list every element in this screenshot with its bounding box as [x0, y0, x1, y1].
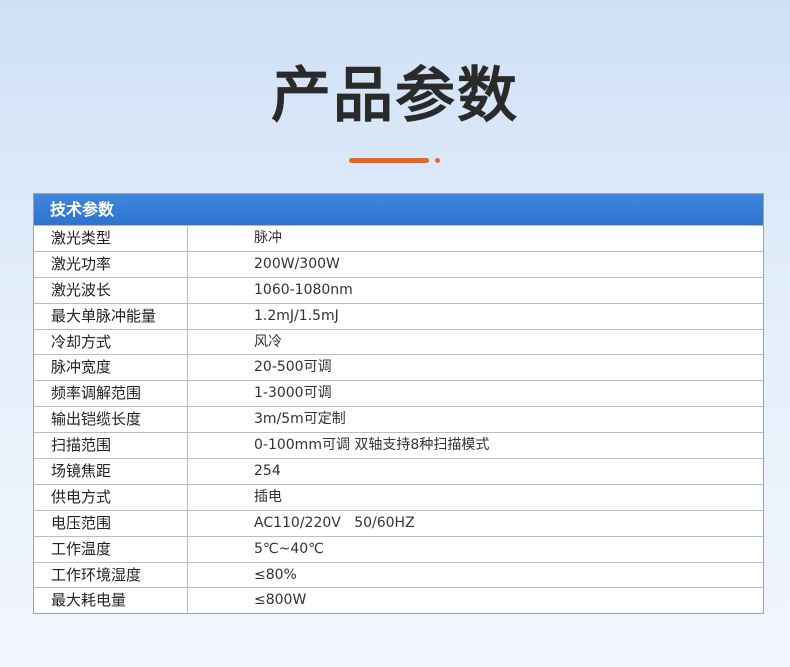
param-label: 电压范围: [34, 510, 188, 536]
table-row: 频率调解范围 1-3000可调: [34, 380, 763, 407]
param-label: 供电方式: [34, 484, 188, 510]
table-row: 激光类型 脉冲: [34, 225, 763, 251]
param-label: 场镜焦距: [34, 459, 188, 484]
param-value: 1060-1080nm: [254, 281, 353, 298]
param-label: 最大单脉冲能量: [34, 303, 188, 329]
param-label: 激光类型: [34, 226, 188, 251]
param-value: AC110/220V 50/60HZ: [254, 514, 415, 531]
param-value: ≤80%: [254, 566, 297, 583]
param-label: 最大耗电量: [34, 588, 188, 614]
title-underline-dot: [435, 158, 440, 163]
param-label: 激光功率: [34, 251, 188, 277]
param-label: 扫描范围: [34, 433, 188, 459]
table-row: 扫描范围 0-100mm可调 双轴支持8种扫描模式: [34, 432, 763, 459]
table-row: 输出铠缆长度 3m/5m可定制: [34, 406, 763, 433]
table-row: 工作环境湿度 ≤80%: [34, 561, 763, 588]
table-row: 激光功率 200W/300W: [34, 250, 763, 277]
param-value: 254: [254, 463, 281, 480]
table-row: 电压范围 AC110/220V 50/60HZ: [34, 509, 763, 536]
title-underline-bar: [349, 158, 429, 163]
param-value: 20-500可调: [254, 359, 332, 376]
table-row: 供电方式 插电: [34, 483, 763, 510]
table-row: 脉冲宽度 20-500可调: [34, 354, 763, 381]
param-label: 工作温度: [34, 536, 188, 562]
param-label: 工作环境湿度: [34, 562, 188, 588]
param-value: 插电: [254, 488, 282, 505]
param-label: 频率调解范围: [34, 381, 188, 407]
param-value: 0-100mm可调 双轴支持8种扫描模式: [254, 437, 490, 454]
table-row: 冷却方式 风冷: [34, 328, 763, 355]
page-title: 产品参数: [271, 61, 519, 131]
param-label: 冷却方式: [34, 329, 188, 355]
table-row: 激光波长 1060-1080nm: [34, 276, 763, 303]
param-value: ≤800W: [254, 592, 307, 609]
param-value: 脉冲: [254, 230, 282, 246]
spec-table-header: 技术参数: [34, 194, 763, 225]
param-label: 脉冲宽度: [34, 355, 188, 381]
spec-table: 技术参数 激光类型 脉冲激光功率 200W/300W 激光波长 1060-1080nm 最…: [33, 193, 764, 615]
param-value: 风冷: [254, 333, 282, 350]
param-value: 200W/300W: [254, 255, 340, 272]
param-label: 激光波长: [34, 277, 188, 303]
spec-table-body: 激光类型 脉冲激光功率 200W/300W 激光波长 1060-1080nm 最大单脉冲能…: [34, 225, 763, 614]
param-value: 1-3000可调: [254, 385, 332, 402]
table-row: 最大耗电量 ≤800W: [34, 587, 763, 614]
param-value: 5℃~40℃: [254, 540, 324, 557]
param-value: 3m/5m可定制: [254, 411, 346, 428]
table-row: 最大单脉冲能量 1.2mJ/1.5mJ: [34, 302, 763, 329]
table-row: 工作温度 5℃~40℃: [34, 535, 763, 562]
table-row: 场镜焦距 254: [34, 458, 763, 484]
param-value: 1.2mJ/1.5mJ: [254, 307, 339, 324]
param-label: 输出铠缆长度: [34, 407, 188, 433]
